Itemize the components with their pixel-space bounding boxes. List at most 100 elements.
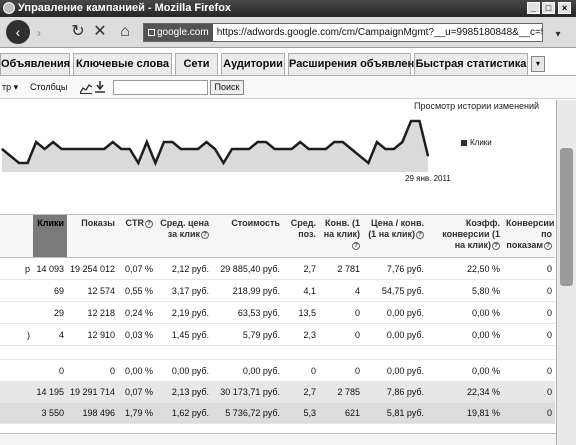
cell-avg-position: 5,3: [283, 402, 319, 424]
column-header-cost[interactable]: Стоимость: [212, 214, 283, 258]
tab-ads[interactable]: Объявления: [0, 53, 70, 75]
cell-cost: 29 885,40 руб.: [212, 257, 283, 280]
home-button[interactable]: ⌂: [116, 22, 134, 42]
table-body: р 14 093 19 254 012 0,07 % 2,12 руб. 29 885,4…: [0, 257, 555, 424]
download-icon[interactable]: [95, 80, 105, 100]
clicks-data-point: [27, 162, 29, 164]
clicks-data-point: [291, 148, 293, 150]
cell-avg-position: 2,7: [283, 381, 319, 403]
cell-cost-per-conversion: 0,00 руб.: [363, 359, 427, 382]
clicks-data-point: [35, 141, 37, 143]
clicks-data-point: [316, 148, 318, 150]
clicks-data-point: [180, 148, 182, 150]
column-header-avg-cpc[interactable]: Сред. цена за клик?: [156, 214, 212, 258]
cell-row-name: [0, 359, 33, 382]
vertical-scrollbar[interactable]: [556, 100, 576, 445]
cell-clicks: 3 550: [33, 402, 67, 424]
column-header-clicks[interactable]: Клики: [33, 214, 67, 258]
column-header-row-name[interactable]: [0, 214, 33, 258]
close-window-button[interactable]: ×: [558, 2, 571, 14]
stop-button[interactable]: ✕: [92, 22, 108, 42]
cell-cost: 30 173,71 руб.: [212, 381, 283, 403]
column-header-impressions[interactable]: Показы: [67, 214, 118, 258]
clicks-data-point: [231, 148, 233, 150]
cell-conversion-rate: 5,80 %: [427, 279, 503, 302]
help-icon[interactable]: ?: [352, 241, 360, 250]
clicks-data-point: [120, 148, 122, 150]
tab-audiences[interactable]: Аудитории: [221, 53, 285, 75]
url-history-dropdown[interactable]: ▾: [548, 25, 568, 41]
search-button[interactable]: Поиск: [210, 80, 244, 95]
maximize-button[interactable]: □: [542, 2, 555, 14]
scrollbar-thumb[interactable]: [560, 148, 573, 286]
clicks-data-point: [9, 155, 12, 157]
clicks-data-point: [282, 148, 284, 150]
column-header-label: Конв. (1 на клик): [323, 218, 360, 239]
cell-row-name: [0, 279, 33, 302]
cell-avg-position: 13,5: [283, 301, 319, 324]
filter-dropdown[interactable]: тр ▾: [2, 77, 18, 97]
address-bar[interactable]: google.com https://adwords.google.com/cm/…: [143, 23, 543, 42]
column-header-conversions[interactable]: Конв. (1 на клик)?: [319, 214, 363, 258]
help-icon[interactable]: ?: [201, 230, 209, 239]
cell-avg-position: 2,3: [283, 323, 319, 346]
cell-clicks: 0: [33, 359, 67, 382]
tab-ad-extensions[interactable]: Расширения объявлений: [288, 53, 428, 75]
clicks-data-point: [342, 141, 344, 143]
reload-button[interactable]: ↻: [70, 22, 86, 42]
tabs-more-dropdown[interactable]: ▾: [531, 56, 545, 72]
url-text[interactable]: https://adwords.google.com/cm/CampaignMg…: [217, 27, 542, 38]
cell-cost-per-conversion: 0,00 руб.: [363, 323, 427, 346]
site-identity-badge[interactable]: google.com: [144, 24, 213, 41]
column-header-label: Стоимость: [231, 218, 280, 228]
cell-view-through-conversions: 0: [503, 279, 555, 302]
clicks-data-point: [103, 148, 105, 150]
column-header-conversion-rate[interactable]: Коэфф. конверсии (1 на клик)?: [427, 214, 503, 258]
clicks-data-point: [274, 148, 276, 150]
column-header-avg-position[interactable]: Сред. поз.: [283, 214, 319, 258]
column-header-label: Показы: [81, 218, 115, 228]
cell-avg-position: 0: [283, 359, 319, 382]
cell-row-name: [0, 402, 33, 424]
clicks-data-point: [163, 141, 165, 143]
forward-button[interactable]: ›: [31, 23, 47, 41]
search-input[interactable]: [113, 80, 208, 95]
tab-quick-stats[interactable]: Быстрая статистика: [414, 53, 528, 75]
column-header-view-through-conversions[interactable]: Конверсии по показам?: [503, 214, 555, 258]
spacer-cell: [0, 345, 555, 360]
table-row: 0 0 0,00 % 0,00 руб. 0,00 руб. 0 0 0,00 руб. 0,0…: [0, 359, 555, 382]
table-row: 29 12 218 0,24 % 2,19 руб. 63,53 руб. 13,5 0 0,…: [0, 301, 555, 324]
help-icon[interactable]: ?: [416, 230, 424, 239]
clicks-data-point: [171, 141, 173, 143]
clicks-data-point: [154, 162, 156, 164]
cell-avg-cpc: 2,13 руб.: [156, 381, 212, 403]
clicks-data-point: [197, 148, 199, 150]
help-icon[interactable]: ?: [492, 241, 500, 250]
column-header-cost-per-conversion[interactable]: Цена / конв. (1 на клик)?: [363, 214, 427, 258]
cell-ctr: 0,03 %: [118, 323, 156, 346]
columns-button[interactable]: Столбцы: [30, 77, 67, 97]
tab-keywords[interactable]: Ключевые слова: [73, 53, 172, 75]
cell-cost-per-conversion: 7,86 руб.: [363, 381, 427, 403]
help-icon[interactable]: ?: [145, 219, 153, 228]
clicks-data-point: [18, 162, 20, 164]
graph-icon[interactable]: [79, 81, 93, 101]
cell-clicks: 29: [33, 301, 67, 324]
clicks-data-point: [240, 148, 242, 150]
back-button[interactable]: ‹: [6, 20, 30, 44]
clicks-data-point: [359, 155, 361, 157]
cell-view-through-conversions: 0: [503, 402, 555, 424]
clicks-series-area: [2, 121, 428, 172]
firefox-icon: [3, 2, 15, 14]
cell-cost-per-conversion: 5,81 руб.: [363, 402, 427, 424]
cell-ctr: 0,24 %: [118, 301, 156, 324]
cell-cost: 5 736,72 руб.: [212, 402, 283, 424]
column-header-ctr[interactable]: CTR?: [118, 214, 156, 258]
clicks-data-point: [214, 148, 216, 150]
performance-chart: Просмотр истории изменений Клики 29 янв.…: [0, 100, 555, 213]
help-icon[interactable]: ?: [544, 241, 552, 250]
tab-networks[interactable]: Сети: [175, 53, 218, 75]
minimize-button[interactable]: _: [527, 2, 540, 14]
cell-row-name: [0, 381, 33, 403]
clicks-data-point: [384, 148, 386, 150]
